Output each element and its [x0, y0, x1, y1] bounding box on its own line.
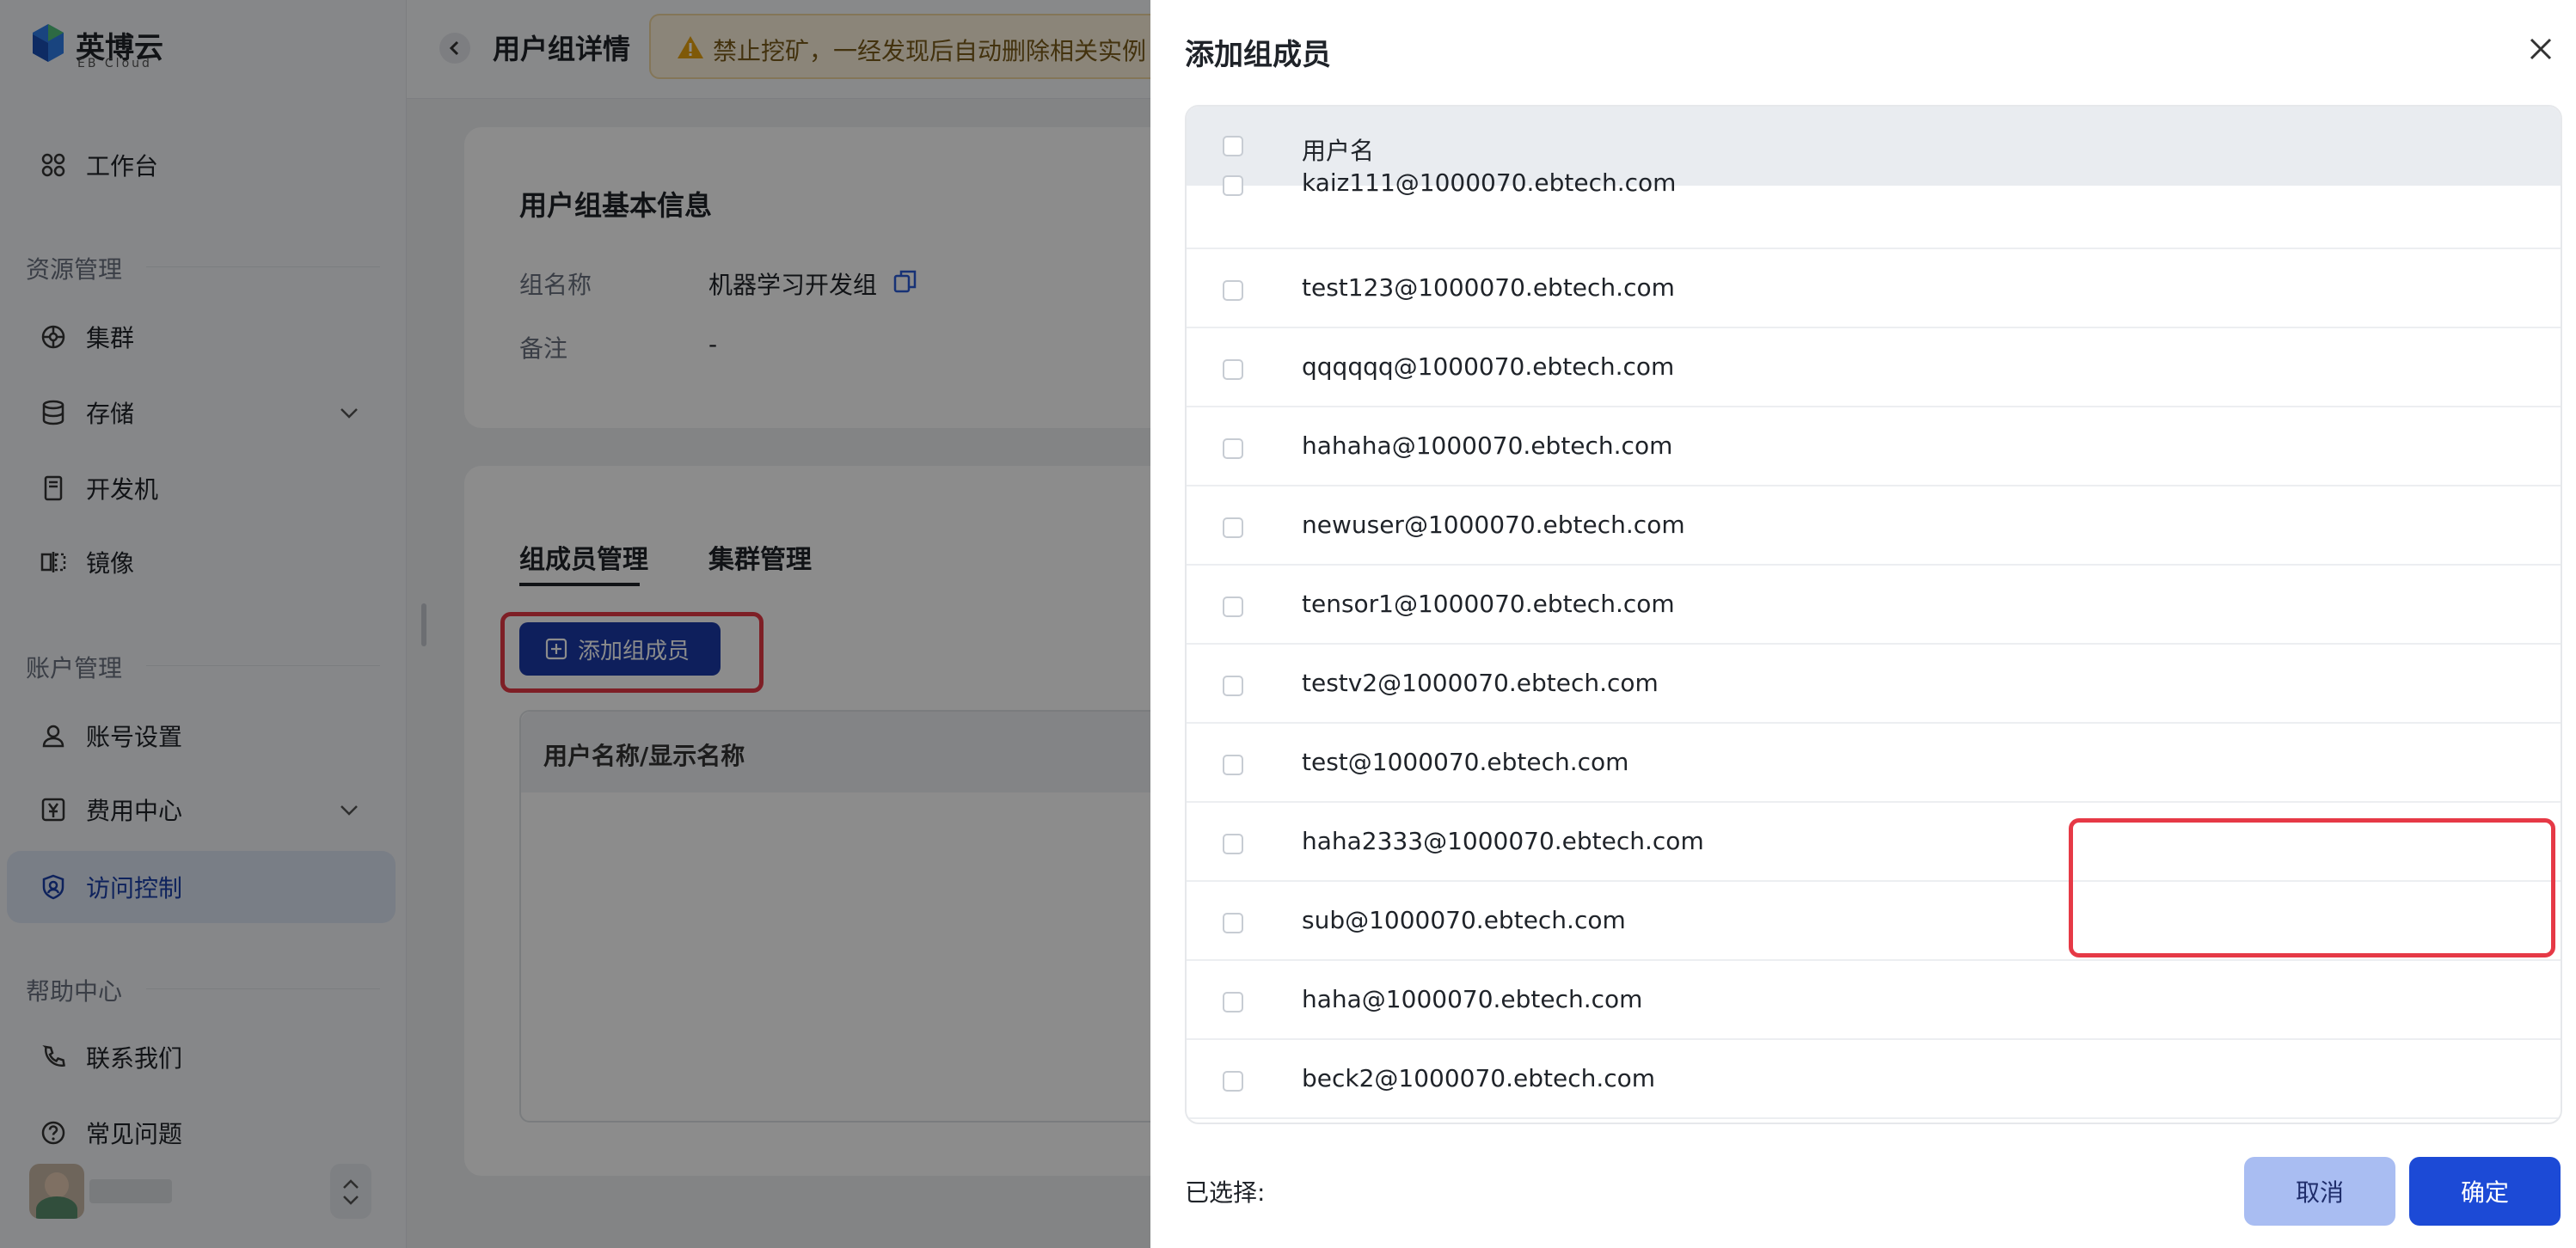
- user-row-email: hahaha@1000070.ebtech.com: [1302, 431, 1673, 460]
- user-row[interactable]: beck2@1000070.ebtech.com: [1187, 1040, 2561, 1119]
- user-row-checkbox[interactable]: [1223, 676, 1243, 696]
- user-row-email: newuser@1000070.ebtech.com: [1302, 511, 1685, 539]
- user-row-email: test123@1000070.ebtech.com: [1302, 273, 1675, 302]
- user-list: 用户名 kaiz111@1000070.ebtech.com test123@10…: [1185, 105, 2562, 1124]
- user-row-email: qqqqqq@1000070.ebtech.com: [1302, 352, 1675, 381]
- user-row-email: tensor1@1000070.ebtech.com: [1302, 590, 1675, 618]
- user-row[interactable]: haha@1000070.ebtech.com: [1187, 961, 2561, 1040]
- user-row-email: test@1000070.ebtech.com: [1302, 748, 1629, 776]
- user-row-checkbox[interactable]: [1223, 992, 1243, 1012]
- user-row-email: haha@1000070.ebtech.com: [1302, 985, 1643, 1013]
- add-member-drawer: 添加组成员 用户名 kaiz111@1000070.ebtech.com test…: [1150, 0, 2576, 1248]
- user-row-checkbox[interactable]: [1223, 438, 1243, 459]
- user-row[interactable]: hahaha@1000070.ebtech.com: [1187, 407, 2561, 486]
- user-row[interactable]: newuser@1000070.ebtech.com: [1187, 486, 2561, 566]
- user-row-checkbox[interactable]: [1223, 1071, 1243, 1092]
- user-row-email: testv2@1000070.ebtech.com: [1302, 669, 1659, 697]
- user-row[interactable]: test@1000070.ebtech.com: [1187, 724, 2561, 803]
- confirm-button[interactable]: 确定: [2409, 1157, 2561, 1226]
- user-row[interactable]: qqqqqq@1000070.ebtech.com: [1187, 328, 2561, 407]
- drawer-title: 添加组成员: [1185, 38, 1331, 72]
- user-row-checkbox[interactable]: [1223, 175, 1243, 196]
- user-row[interactable]: testv2@1000070.ebtech.com: [1187, 645, 2561, 724]
- selected-label: 已选择:: [1185, 1178, 1266, 1207]
- select-all-checkbox[interactable]: [1223, 136, 1243, 156]
- modal-mask[interactable]: [0, 0, 1150, 1248]
- user-row-email: sub@1000070.ebtech.com: [1302, 906, 1626, 934]
- user-row-email: kaiz111@1000070.ebtech.com: [1302, 168, 1677, 197]
- close-icon[interactable]: [2526, 34, 2555, 64]
- user-row[interactable]: test123@1000070.ebtech.com: [1187, 249, 2561, 328]
- user-row-checkbox[interactable]: [1223, 755, 1243, 775]
- user-row-checkbox[interactable]: [1223, 913, 1243, 933]
- user-list-column: 用户名: [1302, 137, 1375, 165]
- user-row-checkbox[interactable]: [1223, 596, 1243, 617]
- highlight-box-users: [2069, 818, 2555, 957]
- user-row[interactable]: tensor1@1000070.ebtech.com: [1187, 566, 2561, 645]
- user-row-checkbox[interactable]: [1223, 359, 1243, 380]
- user-row-checkbox[interactable]: [1223, 834, 1243, 854]
- user-row[interactable]: kaiz111@1000070.ebtech.com: [1187, 168, 2561, 249]
- user-row-checkbox[interactable]: [1223, 280, 1243, 301]
- cancel-button[interactable]: 取消: [2244, 1157, 2395, 1226]
- user-row-email: beck2@1000070.ebtech.com: [1302, 1064, 1656, 1092]
- user-row-email: haha2333@1000070.ebtech.com: [1302, 827, 1704, 855]
- user-row-checkbox[interactable]: [1223, 517, 1243, 538]
